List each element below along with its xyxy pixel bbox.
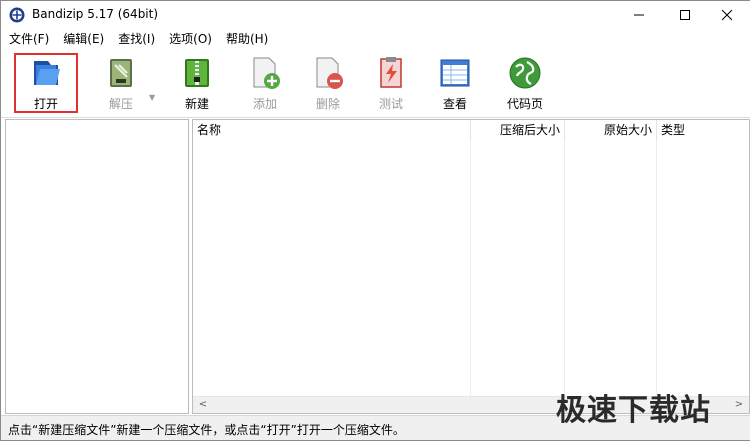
minimize-icon	[634, 14, 644, 16]
new-label: 新建	[184, 97, 209, 111]
menu-help[interactable]: 帮助(H)	[218, 29, 274, 49]
scroll-left-icon[interactable]: <	[195, 397, 211, 413]
add-button[interactable]: 添加	[235, 53, 295, 113]
status-text: 点击“新建压缩文件”新建一个压缩文件，或点击“打开”打开一个压缩文件。	[8, 423, 405, 437]
delete-button[interactable]: 删除	[298, 53, 358, 113]
site-watermark: 极速下载站	[556, 393, 711, 428]
file-list-header: 名称 压缩后大小 原始大小 类型	[193, 120, 749, 140]
menu-find[interactable]: 查找(I)	[110, 29, 161, 49]
test-button[interactable]: 测试	[361, 53, 421, 113]
close-button[interactable]	[704, 1, 750, 29]
column-header-compressed-size[interactable]: 压缩后大小	[471, 120, 565, 140]
new-button[interactable]: 新建	[167, 53, 227, 113]
close-icon	[721, 9, 733, 21]
menu-options[interactable]: 选项(O)	[161, 29, 218, 49]
extract-archive-icon	[110, 59, 132, 87]
maximize-button[interactable]	[662, 1, 708, 29]
file-list-pane[interactable]: 名称 压缩后大小 原始大小 类型 < >	[192, 119, 750, 414]
delete-label: 删除	[315, 97, 340, 111]
codepage-label: 代码页	[506, 97, 543, 111]
view-label: 查看	[442, 97, 467, 111]
minimize-button[interactable]	[616, 1, 662, 29]
test-archive-icon	[380, 57, 402, 88]
menu-bar: 文件(F) 编辑(E) 查找(I) 选项(O) 帮助(H)	[1, 29, 750, 49]
codepage-button[interactable]: 代码页	[495, 53, 555, 113]
menu-file[interactable]: 文件(F)	[1, 29, 55, 49]
add-file-icon	[253, 57, 280, 89]
delete-file-icon	[316, 57, 343, 89]
new-archive-icon	[185, 59, 209, 87]
menu-edit[interactable]: 编辑(E)	[55, 29, 110, 49]
column-divider	[564, 140, 565, 397]
bandizip-window: Bandizip 5.17 (64bit) 文件(F) 编辑(E) 查找(I) …	[0, 0, 750, 441]
window-title: Bandizip 5.17 (64bit)	[32, 7, 159, 21]
column-header-original-size[interactable]: 原始大小	[565, 120, 657, 140]
bandizip-app-icon	[9, 7, 25, 23]
column-divider	[656, 140, 657, 397]
scroll-right-icon[interactable]: >	[731, 397, 747, 413]
add-label: 添加	[252, 97, 277, 111]
open-button-highlight	[14, 53, 78, 113]
view-icon	[440, 59, 470, 87]
extract-button[interactable]: 解压	[91, 53, 151, 113]
toolbar: 打开 解压 ▼ 新建 添加 删除 测试 查看 代码页	[1, 49, 750, 118]
test-label: 测试	[378, 97, 403, 111]
column-divider	[470, 140, 471, 397]
view-button[interactable]: 查看	[425, 53, 485, 113]
title-bar: Bandizip 5.17 (64bit)	[1, 1, 750, 29]
maximize-icon	[680, 10, 690, 20]
extract-label: 解压	[108, 97, 133, 111]
folder-tree-pane[interactable]	[5, 119, 189, 414]
column-header-type[interactable]: 类型	[657, 120, 749, 140]
column-header-name[interactable]: 名称	[193, 120, 471, 140]
codepage-globe-icon	[509, 57, 541, 89]
extract-dropdown-arrow-icon[interactable]: ▼	[149, 93, 155, 102]
